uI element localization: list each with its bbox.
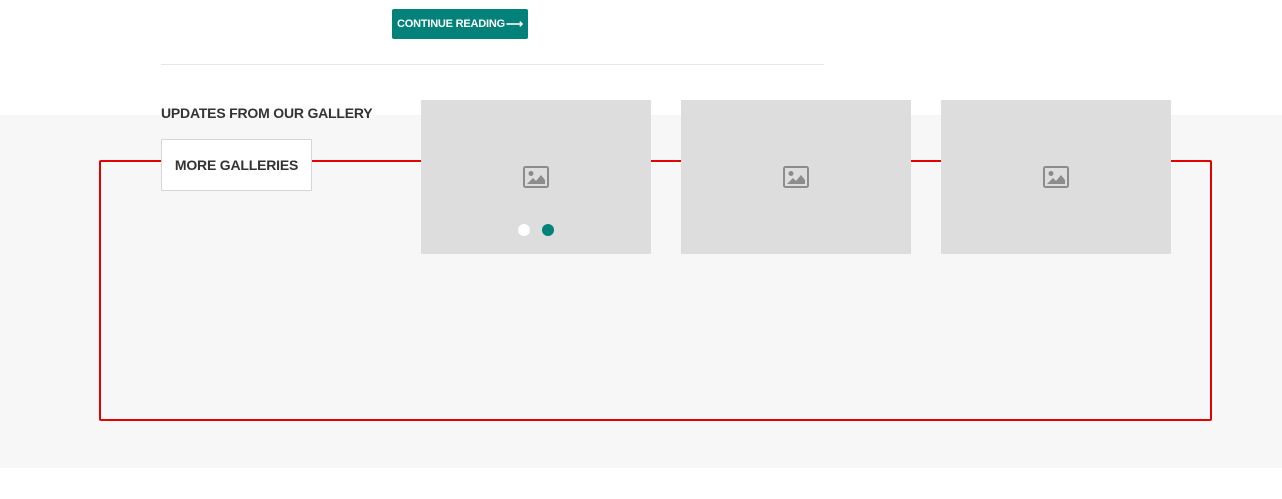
post-footer: CONTINUE READING ⟶: [0, 0, 1282, 115]
post-divider: [161, 64, 824, 65]
gallery-heading: UPDATES FROM OUR GALLERY: [161, 105, 373, 121]
image-placeholder-icon: [1043, 166, 1069, 188]
image-placeholder-icon: [523, 166, 549, 188]
continue-reading-label: CONTINUE READING: [396, 18, 505, 30]
page: CONTINUE READING ⟶ UPDATES FROM OUR GALL…: [0, 0, 1282, 499]
image-placeholder-icon: [783, 166, 809, 188]
more-galleries-button[interactable]: MORE GALLERIES: [161, 139, 312, 191]
gallery-thumbnail-1[interactable]: [421, 100, 651, 254]
page-bottom: [0, 468, 1282, 499]
gallery-thumbnail-2[interactable]: [681, 100, 911, 254]
continue-reading-button[interactable]: CONTINUE READING ⟶: [392, 9, 528, 39]
carousel-dot-1[interactable]: [518, 224, 530, 236]
gallery-thumbnail-3[interactable]: [941, 100, 1171, 254]
carousel-dot-2-active[interactable]: [542, 224, 554, 236]
carousel-dots: [518, 224, 554, 236]
arrow-right-icon: ⟶: [506, 17, 524, 31]
